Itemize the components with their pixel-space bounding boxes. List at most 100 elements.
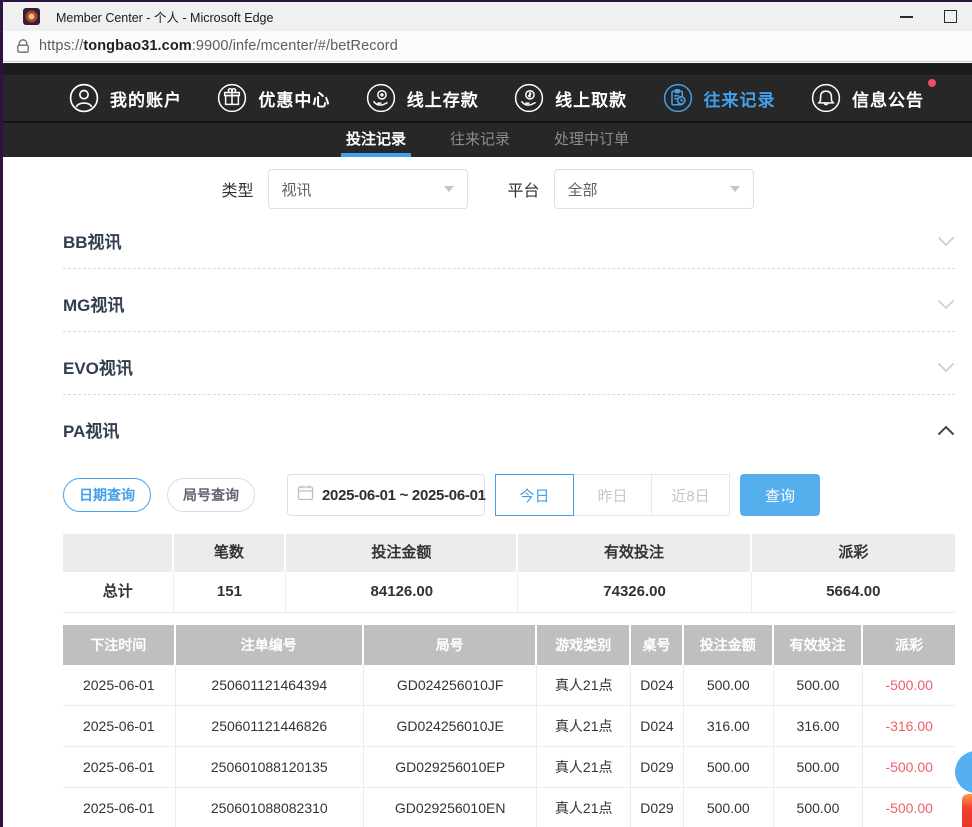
detail-header-cell: 下注时间: [63, 625, 176, 665]
chevron-down-icon: [937, 234, 955, 252]
date-range-picker[interactable]: 2025-06-01 ~ 2025-06-01: [287, 474, 485, 516]
platform-filter-label: 平台: [508, 177, 540, 201]
game-type-cell: 真人21点: [537, 706, 631, 747]
detail-header-cell: 注单编号: [176, 625, 364, 665]
nav-item-announcements[interactable]: 信息公告: [811, 83, 924, 113]
notification-badge: [928, 79, 936, 87]
section-title: MG视讯: [63, 293, 124, 319]
summary-header-cell: 有效投注: [518, 534, 751, 572]
game-type-cell: 真人21点: [537, 747, 631, 788]
browser-window: Member Center - 个人 - Microsoft Edge http…: [0, 0, 972, 827]
bet-amount-cell: 500.00: [684, 788, 774, 827]
lock-icon: [16, 39, 30, 54]
summary-header-cell: 派彩: [752, 534, 955, 572]
bet-amount-cell: 500.00: [684, 665, 774, 706]
section-title: EVO视讯: [63, 356, 133, 382]
summary-cell: 总计: [63, 572, 174, 613]
table-no-cell: D029: [631, 788, 684, 827]
chevron-up-icon: [937, 423, 955, 441]
type-select-value: 视讯: [282, 179, 312, 200]
nav-item-withdraw[interactable]: 线上取款: [514, 83, 627, 113]
table-row: 2025-06-01 250601088120135 GD029256010EP…: [63, 747, 955, 788]
platform-select[interactable]: 全部: [554, 169, 754, 209]
detail-header-cell: 桌号: [631, 625, 684, 665]
game-type-cell: 真人21点: [537, 788, 631, 827]
nav-item-label: 线上存款: [407, 86, 479, 111]
bet-time-cell: 2025-06-01: [63, 665, 176, 706]
summary-cell: 74326.00: [518, 572, 751, 613]
summary-header-row: 笔数 投注金额 有效投注 派彩: [63, 534, 955, 572]
maximize-button[interactable]: [928, 2, 972, 31]
type-select[interactable]: 视讯: [268, 169, 468, 209]
window-top-border: [0, 0, 972, 2]
bet-detail-table: 下注时间 注单编号 局号 游戏类别 桌号 投注金额 有效投注 派彩 2025-0…: [63, 625, 955, 827]
nav-item-deposit[interactable]: 线上存款: [366, 83, 479, 113]
detail-header-cell: 投注金额: [684, 625, 774, 665]
section-evo-video[interactable]: EVO视讯: [63, 332, 955, 395]
bet-id-cell: 250601121446826: [176, 706, 364, 747]
bet-id-cell: 250601121464394: [176, 665, 364, 706]
chevron-down-icon: [444, 186, 454, 192]
withdraw-coin-icon: [514, 83, 544, 113]
quick-range-group: 今日 昨日 近8日: [495, 474, 730, 516]
site-header: 我的账户 优惠中心 线上存款 线上取款: [3, 63, 972, 157]
chevron-down-icon: [937, 297, 955, 315]
filter-bar: 类型 视讯 平台 全部: [3, 169, 972, 209]
window-title: Member Center - 个人 - Microsoft Edge: [56, 7, 273, 26]
round-id-cell: GD029256010EN: [364, 788, 537, 827]
valid-bet-cell: 500.00: [774, 747, 864, 788]
promotion-float-button[interactable]: [962, 794, 972, 827]
detail-header-cell: 游戏类别: [537, 625, 631, 665]
user-icon: [69, 83, 99, 113]
nav-item-label: 往来记录: [704, 86, 776, 111]
today-button[interactable]: 今日: [495, 474, 574, 516]
provider-sections: BB视讯 MG视讯 EVO视讯 PA视讯: [3, 230, 972, 827]
tab-pending-orders[interactable]: 处理中订单: [549, 123, 634, 157]
platform-select-value: 全部: [568, 179, 598, 200]
tab-transaction-record[interactable]: 往来记录: [445, 123, 515, 157]
records-clipboard-icon: [663, 83, 693, 113]
last-8-days-button[interactable]: 近8日: [651, 474, 730, 516]
table-row: 2025-06-01 250601121464394 GD024256010JF…: [63, 665, 955, 706]
section-pa-video[interactable]: PA视讯: [63, 395, 955, 457]
search-button[interactable]: 查询: [740, 474, 820, 516]
main-navigation: 我的账户 优惠中心 线上存款 线上取款: [3, 75, 972, 121]
summary-header-cell: 投注金额: [286, 534, 518, 572]
nav-item-transaction-records[interactable]: 往来记录: [663, 83, 776, 113]
section-title: PA视讯: [63, 419, 119, 445]
payout-cell: -500.00: [863, 665, 955, 706]
valid-bet-cell: 500.00: [774, 665, 864, 706]
minimize-button[interactable]: [884, 2, 928, 31]
section-mg-video[interactable]: MG视讯: [63, 269, 955, 332]
yesterday-button[interactable]: 昨日: [573, 474, 652, 516]
sub-navigation: 投注记录 往来记录 处理中订单: [3, 123, 972, 157]
nav-item-my-account[interactable]: 我的账户: [69, 83, 182, 113]
browser-urlbar[interactable]: https://tongbao31.com:9900/infe/mcenter/…: [3, 31, 972, 62]
address-url[interactable]: https://tongbao31.com:9900/infe/mcenter/…: [39, 38, 398, 54]
page-content: 类型 视讯 平台 全部 BB视讯 MG视讯: [3, 157, 972, 827]
nav-item-promotions[interactable]: 优惠中心: [217, 83, 330, 113]
valid-bet-cell: 316.00: [774, 706, 864, 747]
round-id-cell: GD024256010JE: [364, 706, 537, 747]
calendar-icon: [297, 484, 314, 506]
nav-item-label: 线上取款: [555, 86, 627, 111]
game-type-cell: 真人21点: [537, 665, 631, 706]
bet-time-cell: 2025-06-01: [63, 788, 176, 827]
section-bb-video[interactable]: BB视讯: [63, 230, 955, 269]
tab-bet-record[interactable]: 投注记录: [341, 123, 411, 157]
round-id-cell: GD024256010JF: [364, 665, 537, 706]
table-no-cell: D024: [631, 665, 684, 706]
summary-cell: 84126.00: [286, 572, 518, 613]
bet-amount-cell: 316.00: [684, 706, 774, 747]
summary-cell: 5664.00: [752, 572, 955, 613]
nav-item-label: 优惠中心: [258, 86, 330, 111]
nav-item-label: 信息公告: [852, 86, 924, 111]
deposit-coin-icon: [366, 83, 396, 113]
minimize-icon: [900, 16, 913, 18]
date-query-button[interactable]: 日期查询: [63, 478, 151, 512]
payout-cell: -500.00: [863, 747, 955, 788]
bet-id-cell: 250601088120135: [176, 747, 364, 788]
pa-query-toolbar: 日期查询 局号查询 2025-06-01 ~ 2025-06-01 今日 昨日 …: [63, 474, 955, 516]
round-query-button[interactable]: 局号查询: [167, 478, 255, 512]
type-filter-label: 类型: [221, 177, 253, 201]
